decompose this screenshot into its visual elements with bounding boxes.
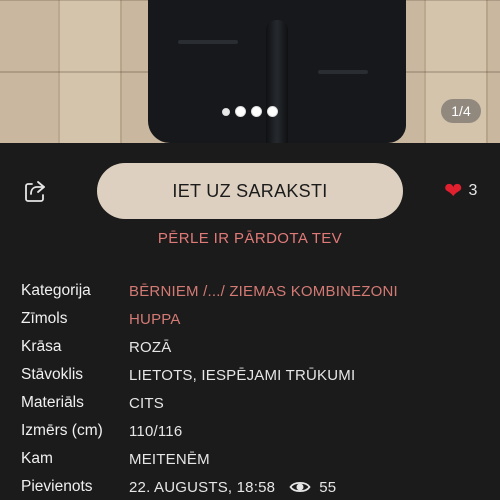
detail-value: 110/116 — [129, 422, 183, 440]
heart-icon: ❤ — [444, 178, 463, 203]
detail-value: ROZĀ — [129, 338, 172, 356]
carousel-dot[interactable] — [222, 108, 230, 116]
detail-label: Kategorija — [21, 282, 91, 299]
detail-label: Zīmols — [21, 310, 68, 327]
carousel-dot[interactable] — [267, 106, 278, 117]
eye-icon — [289, 479, 311, 495]
share-icon — [25, 181, 45, 202]
carousel-dot[interactable] — [251, 106, 262, 117]
detail-label: Kam — [21, 450, 53, 467]
detail-row-brand: Zīmols HUPPA — [21, 305, 491, 333]
added-date: 22. AUGUSTS, 18:58 — [129, 478, 276, 496]
detail-value: CITS — [129, 394, 164, 412]
share-button[interactable] — [22, 178, 48, 204]
product-photo — [148, 0, 406, 143]
product-image-carousel[interactable]: 1/4 — [0, 0, 500, 143]
carousel-dots — [222, 106, 278, 117]
detail-row-category: Kategorija BĒRNIEM /.../ ZIEMAS KOMBINEZ… — [21, 277, 491, 305]
image-counter: 1/4 — [441, 99, 481, 123]
category-link[interactable]: BĒRNIEM /.../ ZIEMAS KOMBINEZONI — [129, 283, 398, 300]
detail-label: Stāvoklis — [21, 366, 84, 383]
detail-label: Izmērs (cm) — [21, 422, 103, 439]
detail-label: Krāsa — [21, 338, 62, 355]
detail-row-material: Materiāls CITS — [21, 389, 491, 417]
detail-value: MEITENĒM — [129, 450, 210, 468]
detail-row-condition: Stāvoklis LIETOTS, IESPĒJAMI TRŪKUMI — [21, 361, 491, 389]
product-details-list: Kategorija BĒRNIEM /.../ ZIEMAS KOMBINEZ… — [21, 277, 491, 500]
detail-value: LIETOTS, IESPĒJAMI TRŪKUMI — [129, 366, 356, 384]
detail-label: Pievienots — [21, 478, 93, 495]
detail-row-size: Izmērs (cm) 110/116 — [21, 417, 491, 445]
detail-row-added: Pievienots 22. AUGUSTS, 18:58 55 — [21, 473, 491, 500]
detail-row-color: Krāsa ROZĀ — [21, 333, 491, 361]
sold-status-text: PĒRLE IR PĀRDOTA TEV — [157, 230, 343, 247]
favorite-count: 3 — [468, 182, 478, 199]
detail-value: 22. AUGUSTS, 18:58 55 — [129, 479, 336, 496]
favorite-button[interactable]: ❤ 3 — [444, 180, 477, 202]
brand-link[interactable]: HUPPA — [129, 311, 181, 328]
detail-row-for-whom: Kam MEITENĒM — [21, 445, 491, 473]
detail-label: Materiāls — [21, 394, 84, 411]
view-count: 55 — [319, 478, 337, 496]
carousel-dot[interactable] — [235, 106, 246, 117]
go-to-list-button[interactable]: IET UZ SARAKSTI — [97, 163, 403, 219]
